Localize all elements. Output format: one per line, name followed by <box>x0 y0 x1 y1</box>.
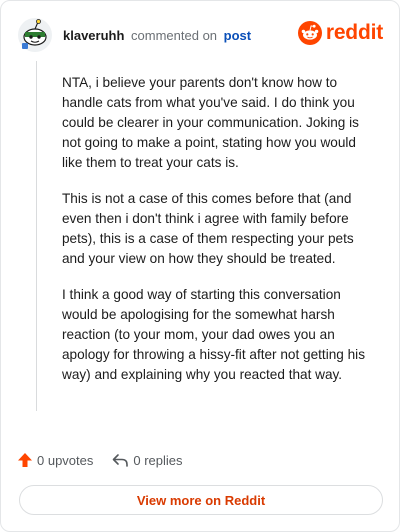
thread-line <box>36 61 37 411</box>
comment-paragraph: I think a good way of starting this conv… <box>62 287 365 382</box>
comment-paragraph: NTA, i believe your parents don't know h… <box>62 75 359 170</box>
upvote-action[interactable]: 0 upvotes <box>17 452 93 468</box>
reddit-snoo-icon <box>297 21 322 45</box>
post-link[interactable]: post <box>224 28 251 43</box>
comment-actions: 0 upvotes 0 replies <box>17 449 183 471</box>
commented-on-text: commented on <box>131 27 218 43</box>
user-avatar[interactable] <box>17 17 53 53</box>
comment-paragraph: This is not a case of this comes before … <box>62 191 354 266</box>
comment-meta: klaveruhh commented on post <box>63 28 251 43</box>
view-more-button[interactable]: View more on Reddit <box>19 485 383 515</box>
reddit-wordmark: reddit <box>325 21 383 44</box>
comment-embed-card: klaveruhh commented on post reddit NTA, … <box>0 0 400 532</box>
upvote-count: 0 upvotes <box>37 452 94 468</box>
comment-body: NTA, i believe your parents don't know h… <box>62 73 377 401</box>
reply-action[interactable]: 0 replies <box>111 452 183 468</box>
reply-count: 0 replies <box>133 452 183 468</box>
reddit-brand[interactable]: reddit <box>297 21 383 45</box>
comment-header: klaveruhh commented on post reddit <box>17 15 383 55</box>
upvote-arrow-icon <box>18 453 32 467</box>
username-link[interactable]: klaveruhh <box>63 28 124 43</box>
reply-arrow-icon <box>113 454 129 467</box>
